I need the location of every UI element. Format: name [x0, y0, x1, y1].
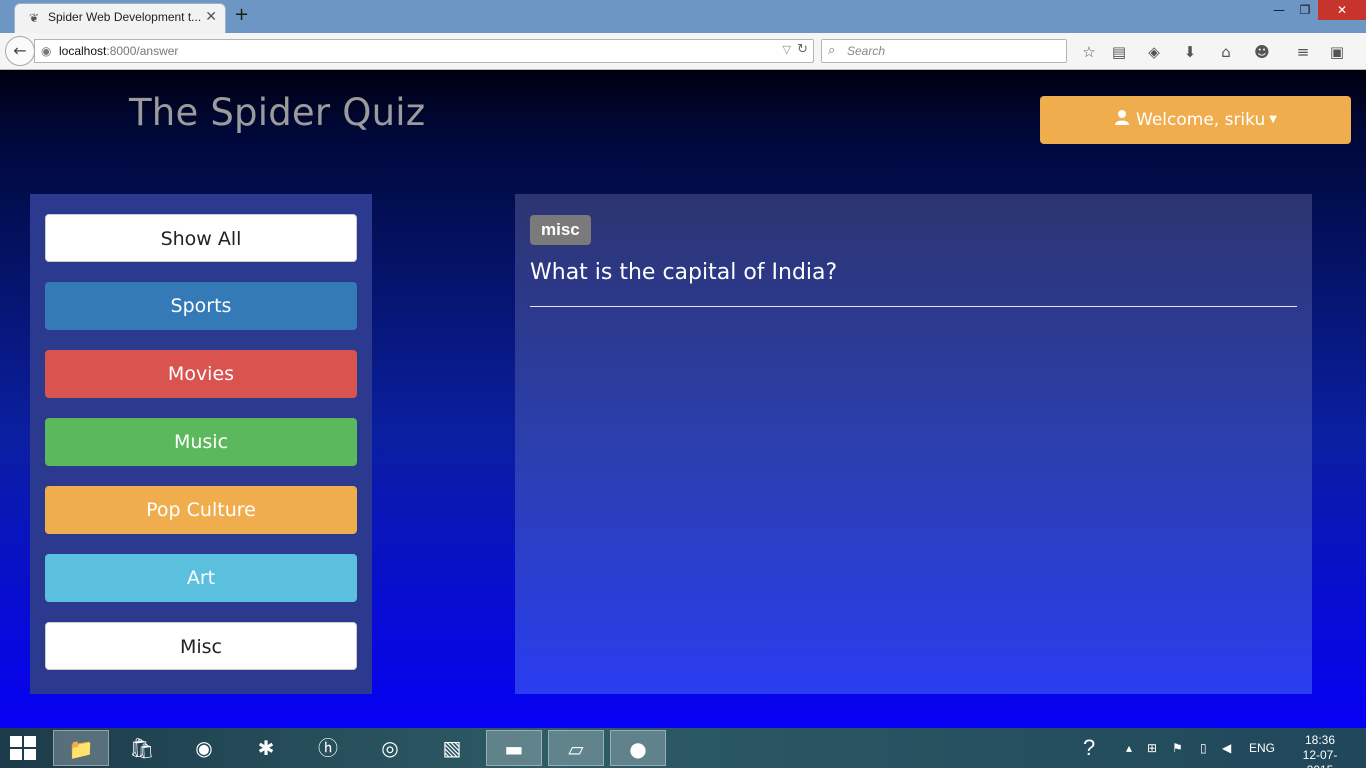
maximize-window-button[interactable]: ❐ [1292, 0, 1318, 20]
category-sidebar: Show All Sports Movies Music Pop Culture… [30, 194, 372, 694]
user-icon [1114, 96, 1130, 144]
user-menu-button[interactable]: Welcome, sriku ▼ [1040, 96, 1351, 144]
url-text[interactable]: localhost:8000/answer [59, 44, 178, 58]
search-bar[interactable]: ⌕ Search [821, 39, 1067, 63]
url-bar[interactable]: ◉ localhost:8000/answer ▽ ↻ [34, 39, 814, 63]
file-explorer-icon[interactable]: 📁 [53, 730, 109, 766]
hello-chat-icon[interactable]: ☻ [1251, 41, 1273, 63]
search-icon: ⌕ [828, 43, 836, 58]
command-prompt-icon[interactable]: ▬ [486, 730, 542, 766]
welcome-label: Welcome, sriku [1136, 110, 1266, 130]
category-show-all-button[interactable]: Show All [45, 214, 357, 262]
hp-icon[interactable]: ⓗ [300, 730, 356, 766]
category-misc-button[interactable]: Misc [45, 622, 357, 670]
flag-icon[interactable]: ⚑ [1172, 728, 1183, 768]
windows-store-icon[interactable]: 🛍 [114, 730, 170, 766]
clock-time: 18:36 [1304, 733, 1336, 747]
category-art-button[interactable]: Art [45, 554, 357, 602]
category-movies-button[interactable]: Movies [45, 350, 357, 398]
help-icon[interactable]: ? [1083, 728, 1095, 768]
tab-title: Spider Web Development t... [48, 10, 202, 24]
new-tab-button[interactable]: + [234, 5, 249, 25]
puzzle-app-icon[interactable]: ✱ [238, 730, 294, 766]
windows-tray-icon[interactable]: ⊞ [1147, 728, 1157, 768]
firefox-icon[interactable]: ● [610, 730, 666, 766]
globe-icon: ◉ [41, 44, 52, 58]
question-panel: misc What is the capital of India? [515, 194, 1312, 694]
camera-app-icon[interactable]: ◉ [176, 730, 232, 766]
page-content: The Spider Quiz Welcome, sriku ▼ Show All… [0, 71, 1366, 728]
windows-start-icon[interactable] [10, 736, 38, 760]
chrome-icon[interactable]: ◎ [362, 730, 418, 766]
browser-tab[interactable]: ❦ Spider Web Development t... ✕ [14, 3, 226, 33]
clock-date: 12-07-2015 [1302, 748, 1338, 768]
notepad-icon[interactable]: ▱ [548, 730, 604, 766]
home-icon[interactable]: ⌂ [1215, 41, 1237, 63]
browser-navbar: ◉ localhost:8000/answer ▽ ↻ ← ⌕ Search ☆… [0, 33, 1366, 70]
tab-close-icon[interactable]: ✕ [205, 9, 217, 25]
spider-favicon-icon: ❦ [28, 11, 40, 25]
site-title: The Spider Quiz [129, 91, 426, 134]
downloads-icon[interactable]: ⬇ [1179, 41, 1201, 63]
bookmark-star-icon[interactable]: ☆ [1078, 41, 1100, 63]
clock[interactable]: 18:36 12-07-2015 [1290, 733, 1350, 768]
battery-icon[interactable]: ▯ [1200, 728, 1207, 768]
language-indicator[interactable]: ENG [1249, 728, 1275, 768]
category-pop-culture-button[interactable]: Pop Culture [45, 486, 357, 534]
caret-down-icon: ▼ [1269, 114, 1277, 125]
url-history-dropdown-icon[interactable]: ▽ [783, 43, 791, 56]
reading-list-icon[interactable]: ▤ [1108, 41, 1130, 63]
browser-titlebar: ❦ Spider Web Development t... ✕ + — ❐ ✕ [0, 0, 1366, 33]
divider [530, 306, 1297, 307]
volume-icon[interactable]: ◀ [1222, 728, 1231, 768]
pocket-icon[interactable]: ◈ [1143, 41, 1165, 63]
category-sports-button[interactable]: Sports [45, 282, 357, 330]
windows-taskbar: 📁 🛍 ◉ ✱ ⓗ ◎ ▧ ▬ ▱ ● ? ▴ ⊞ ⚑ ▯ ◀ ENG 18:3… [0, 728, 1366, 768]
back-button[interactable]: ← [5, 36, 35, 66]
tray-expand-icon[interactable]: ▴ [1126, 728, 1132, 768]
menu-icon[interactable]: ≡ [1292, 41, 1314, 63]
category-badge: misc [530, 215, 591, 245]
search-placeholder: Search [847, 44, 886, 58]
minimize-window-button[interactable]: — [1266, 0, 1292, 20]
extension-icon[interactable]: ▣ [1326, 41, 1348, 63]
category-music-button[interactable]: Music [45, 418, 357, 466]
sublime-text-icon[interactable]: ▧ [424, 730, 480, 766]
reload-icon[interactable]: ↻ [797, 42, 808, 57]
question-text: What is the capital of India? [530, 260, 838, 285]
close-window-button[interactable]: ✕ [1318, 0, 1366, 20]
